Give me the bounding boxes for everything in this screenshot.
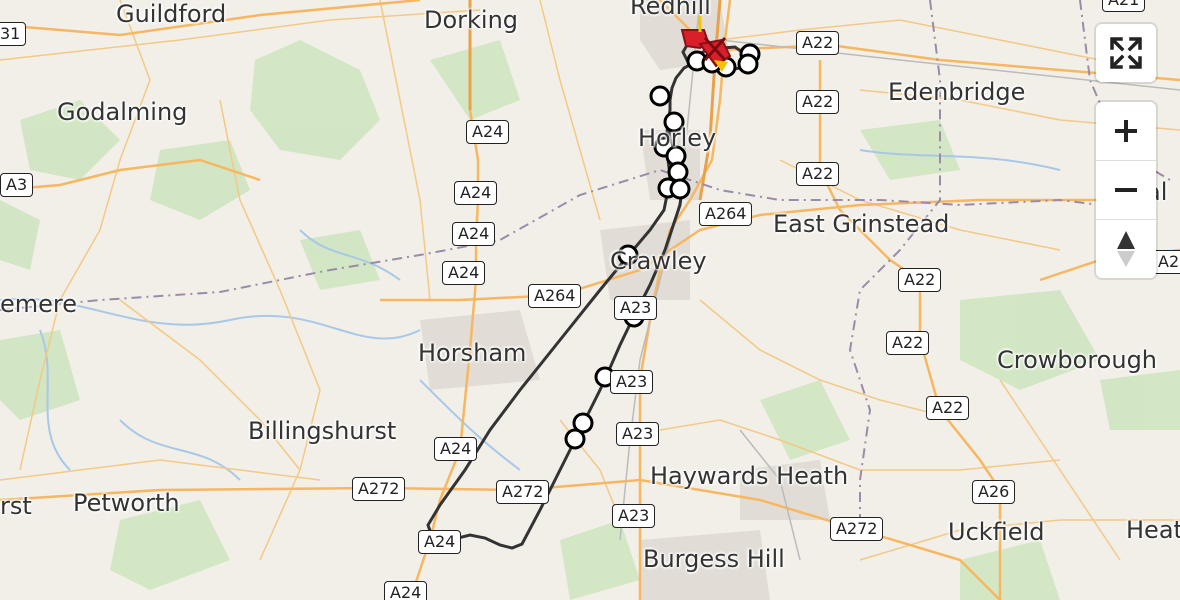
town-label: Billingshurst (248, 417, 397, 445)
town-label: Redhill (630, 0, 711, 20)
compass-icon (1117, 231, 1135, 267)
road-shield: A23 (616, 422, 660, 446)
road-shield: A24 (454, 181, 498, 205)
fullscreen-control (1096, 24, 1156, 82)
town-label: Crawley (610, 247, 707, 275)
road-shield: A272 (830, 517, 884, 541)
fullscreen-icon (1110, 37, 1142, 69)
road-shield: A24 (442, 261, 486, 285)
road-shield: A24 (418, 530, 462, 554)
town-label: Burgess Hill (643, 545, 785, 573)
zoom-in-button[interactable] (1096, 102, 1156, 160)
town-label: Crowborough (997, 346, 1158, 374)
road-shield: A24 (452, 222, 496, 246)
zoom-out-icon (1115, 188, 1137, 192)
route-stop[interactable] (737, 53, 759, 75)
town-label: Heat (1126, 516, 1180, 544)
road-shield: A22 (796, 31, 840, 55)
road-shield: 31 (0, 22, 27, 46)
town-label: Uckfield (948, 518, 1045, 546)
road-shield: A23 (614, 296, 658, 320)
town-label: Edenbridge (888, 78, 1026, 106)
road-shield: A24 (466, 120, 510, 144)
route-stop[interactable] (669, 178, 691, 200)
route-stop[interactable] (564, 428, 586, 450)
town-label: emere (0, 290, 78, 318)
zoom-out-button[interactable] (1096, 160, 1156, 219)
route-stop[interactable] (649, 85, 671, 107)
town-label: Horsham (418, 339, 527, 367)
road-shield: A22 (796, 90, 840, 114)
road-shield: A24 (384, 581, 428, 600)
zoom-in-icon (1115, 120, 1137, 142)
town-label: East Grinstead (773, 210, 950, 238)
road-shield: A21 (1102, 0, 1146, 12)
road-shield: A264 (528, 284, 582, 308)
road-shield: A272 (496, 480, 550, 504)
road-shield: A23 (610, 370, 654, 394)
town-label: Petworth (73, 489, 180, 517)
road-shield: A22 (796, 162, 840, 186)
reset-north-button[interactable] (1096, 219, 1156, 278)
map-canvas[interactable]: Guildford Dorking Redhill Godalming Eden… (0, 0, 1180, 600)
town-label: Guildford (116, 0, 227, 28)
town-label: rst (0, 492, 32, 520)
road-shield: A23 (612, 504, 656, 528)
road-shield: A26 (972, 480, 1016, 504)
town-label: Horley (638, 124, 717, 152)
road-shield: A22 (886, 331, 930, 355)
zoom-control (1096, 102, 1156, 278)
road-shield: A22 (898, 268, 942, 292)
fullscreen-button[interactable] (1096, 24, 1156, 82)
town-label: Godalming (57, 98, 188, 126)
road-shield: A26 (1152, 250, 1180, 274)
road-shield: A272 (352, 477, 406, 501)
road-shield: A22 (926, 396, 970, 420)
road-shield: A3 (0, 173, 34, 197)
town-label: Haywards Heath (650, 462, 849, 490)
road-shield: A264 (699, 202, 753, 226)
road-shield: A24 (434, 437, 478, 461)
town-label: Dorking (424, 6, 519, 34)
